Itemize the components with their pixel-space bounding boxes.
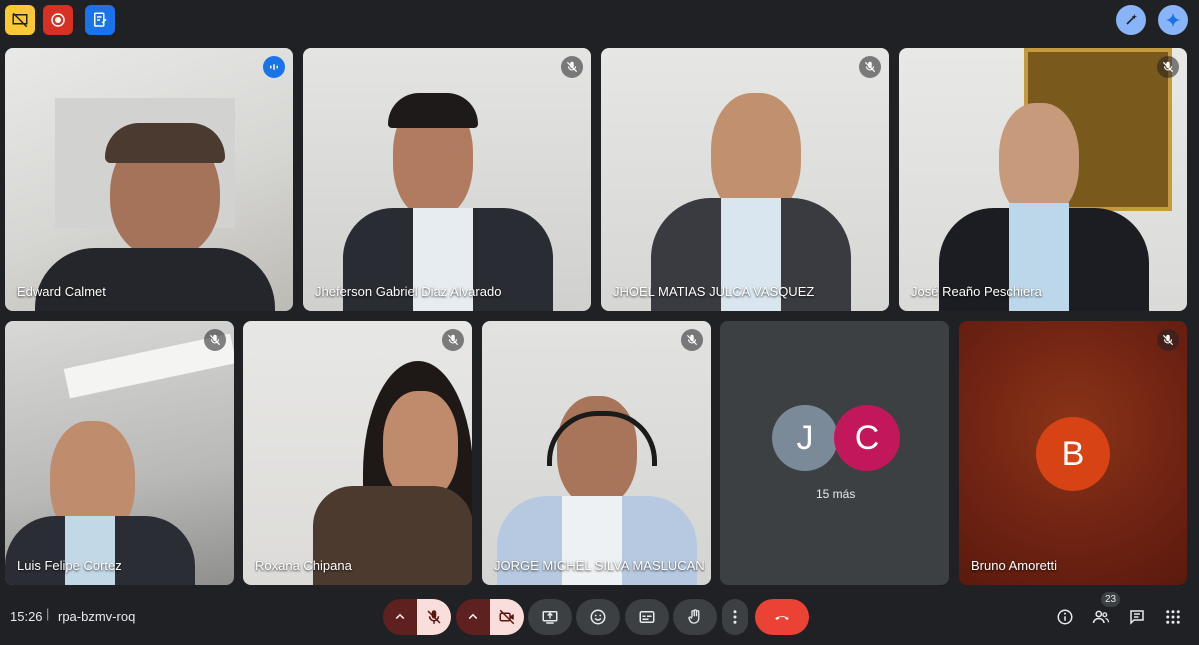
participant-tile-jorge[interactable]: JORGE MICHEL SILVA MASLUCAN — [482, 321, 711, 585]
participant-tile-jheferson[interactable]: Jheferson Gabriel Diaz Alvarado — [303, 48, 591, 311]
participant-name: Roxana Chipana — [255, 558, 352, 573]
info-icon[interactable] — [1054, 606, 1076, 628]
mic-off-icon — [427, 610, 441, 624]
end-call-icon — [775, 616, 789, 620]
end-call-button[interactable] — [755, 599, 809, 635]
video-feed — [899, 48, 1187, 311]
participant-tile-bruno[interactable]: B Bruno Amoretti — [959, 321, 1187, 585]
participant-tile-jose[interactable]: José Reaño Peschiera — [899, 48, 1187, 311]
video-feed — [5, 321, 234, 585]
video-feed — [5, 48, 293, 311]
people-icon[interactable] — [1090, 606, 1112, 628]
captions-icon — [639, 611, 655, 623]
captions-button[interactable] — [625, 599, 669, 635]
mic-muted-icon — [1157, 329, 1179, 351]
mic-muted-icon — [561, 56, 583, 78]
face-shape — [383, 391, 458, 501]
participant-tile-edward-calmet[interactable]: Edward Calmet — [5, 48, 293, 311]
avatar: B — [1036, 417, 1110, 491]
face-shape — [999, 103, 1079, 218]
present-button[interactable] — [528, 599, 572, 635]
emoji-icon — [590, 609, 606, 625]
mic-muted-icon — [442, 329, 464, 351]
avatar-initial: J — [796, 418, 814, 457]
video-feed — [303, 48, 591, 311]
avatar: C — [834, 405, 900, 471]
participant-name: Edward Calmet — [17, 284, 106, 299]
participant-tile-luis[interactable]: Luis Felipe Cortez — [5, 321, 234, 585]
participant-name: JHOEL MATIAS JULCA VASQUEZ — [613, 284, 815, 299]
participant-tile-roxana[interactable]: Roxana Chipana — [243, 321, 472, 585]
camera-options-button[interactable] — [456, 599, 490, 635]
no-presentation-icon[interactable] — [5, 5, 35, 35]
chevron-up-icon — [395, 613, 405, 620]
participant-name: José Reaño Peschiera — [911, 284, 1042, 299]
more-count-label: 15 más — [816, 487, 856, 501]
participant-name: JORGE MICHEL SILVA MASLUCAN — [494, 558, 705, 573]
meeting-time: 15:26 — [10, 609, 43, 624]
participant-name: Luis Felipe Cortez — [17, 558, 122, 573]
hair-shape — [388, 93, 478, 128]
meeting-code: rpa-bzmv-roq — [58, 609, 136, 624]
chat-icon[interactable] — [1126, 606, 1148, 628]
mic-muted-icon — [204, 329, 226, 351]
record-icon[interactable] — [43, 5, 73, 35]
raise-hand-button[interactable] — [673, 599, 717, 635]
participant-tile-jhoel[interactable]: JHOEL MATIAS JULCA VASQUEZ — [601, 48, 889, 311]
video-feed — [243, 321, 472, 585]
more-participants-tile[interactable]: J C 15 más — [720, 321, 949, 585]
emoji-button[interactable] — [576, 599, 620, 635]
mic-muted-icon — [681, 329, 703, 351]
camera-toggle-button[interactable] — [490, 599, 524, 635]
mic-muted-icon — [1157, 56, 1179, 78]
top-bar — [0, 0, 1199, 44]
more-options-icon — [733, 610, 737, 624]
mic-toggle-button[interactable] — [417, 599, 451, 635]
effects-wand-icon[interactable] — [1116, 5, 1146, 35]
mic-muted-icon — [859, 56, 881, 78]
speaking-indicator-icon — [263, 56, 285, 78]
present-icon — [542, 611, 558, 624]
stole-shape — [65, 516, 115, 585]
hair-shape — [105, 123, 225, 163]
suit-shape — [35, 248, 275, 311]
chevron-up-icon — [468, 613, 478, 620]
activities-icon[interactable] — [1162, 606, 1184, 628]
avatar: J — [772, 405, 838, 471]
video-feed — [601, 48, 889, 311]
camera-off-icon — [499, 609, 515, 625]
mic-options-button[interactable] — [383, 599, 417, 635]
gemini-icon[interactable] — [1158, 5, 1188, 35]
raise-hand-icon — [688, 609, 700, 624]
video-feed — [482, 321, 711, 585]
participant-name: Bruno Amoretti — [971, 558, 1057, 573]
avatar-initial: B — [1061, 434, 1085, 473]
avatar-initial: C — [854, 418, 880, 457]
notes-icon[interactable] — [85, 5, 115, 35]
separator: | — [46, 606, 50, 621]
bottom-bar: 15:26 | rpa-bzmv-roq 23 — [0, 592, 1199, 645]
participant-name: Jheferson Gabriel Diaz Alvarado — [315, 284, 502, 299]
people-count-badge: 23 — [1101, 592, 1121, 607]
more-options-button[interactable] — [722, 599, 748, 635]
